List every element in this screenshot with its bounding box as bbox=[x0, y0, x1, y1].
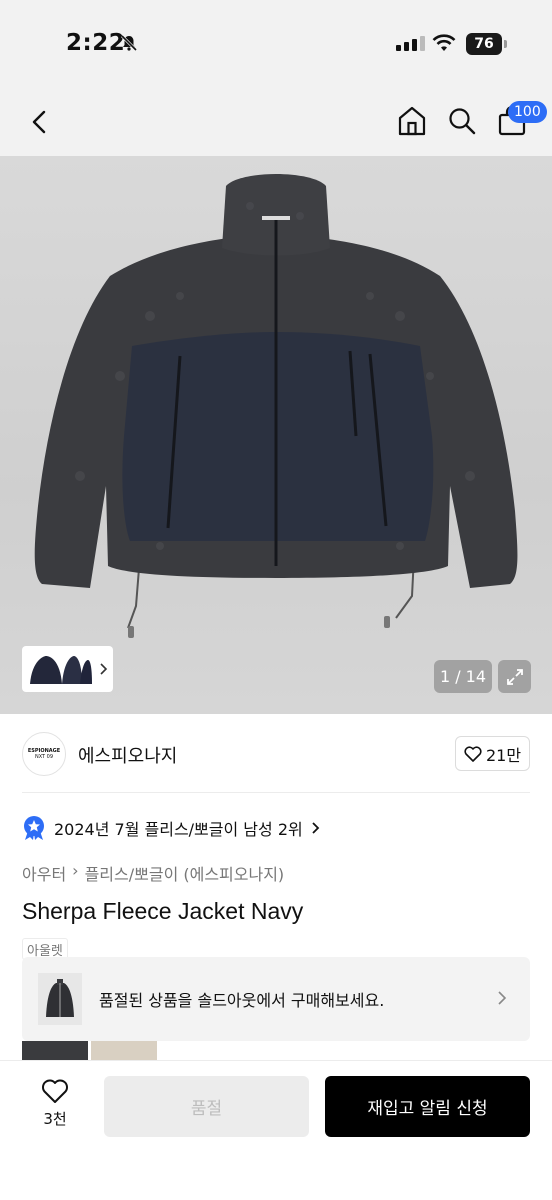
jacket-image bbox=[34, 174, 518, 638]
image-counter: 1 / 14 bbox=[434, 660, 492, 693]
cellular-signal-icon bbox=[396, 36, 425, 51]
related-item-thumbnail[interactable] bbox=[22, 1041, 88, 1061]
chevron-right-icon bbox=[498, 991, 507, 1005]
cart-count-badge[interactable]: 100 bbox=[508, 101, 547, 123]
heart-icon bbox=[42, 1079, 68, 1103]
restock-alert-button[interactable]: 재입고 알림 신청 bbox=[325, 1076, 530, 1137]
status-time: 2:22 bbox=[66, 30, 126, 56]
brand-name[interactable]: 에스피오나지 bbox=[78, 742, 177, 768]
expand-button[interactable] bbox=[498, 660, 531, 693]
product-title: Sherpa Fleece Jacket Navy bbox=[22, 898, 304, 924]
breadcrumb-category[interactable]: 아우터 bbox=[22, 861, 66, 885]
top-nav bbox=[0, 88, 552, 156]
expand-icon bbox=[506, 668, 523, 685]
back-icon[interactable] bbox=[24, 106, 56, 138]
banner-thumbnail bbox=[38, 973, 82, 1025]
like-button[interactable]: 21만 bbox=[455, 736, 530, 771]
wishlist-count: 3천 bbox=[43, 1110, 67, 1128]
ranking-text: 2024년 7월 플리스/뽀글이 남성 2위 bbox=[54, 820, 303, 839]
chevron-right-icon[interactable] bbox=[96, 662, 110, 676]
battery-indicator: 76 bbox=[466, 33, 507, 55]
breadcrumb: 아우터 › 플리스/뽀글이 (에스피오나지) bbox=[22, 861, 284, 885]
like-count: 21만 bbox=[485, 745, 522, 765]
soldout-banner[interactable]: 품절된 상품을 솔드아웃에서 구매해보세요. bbox=[22, 957, 530, 1041]
related-item-thumbnail[interactable] bbox=[91, 1041, 157, 1061]
thumbnail-images bbox=[30, 656, 92, 684]
thumbnail-strip[interactable] bbox=[22, 646, 113, 692]
wifi-icon bbox=[432, 34, 456, 51]
wishlist-button[interactable]: 3천 bbox=[30, 1078, 80, 1134]
brand-logo-subtext: NXT 09 bbox=[34, 754, 54, 760]
breadcrumb-subcategory[interactable]: 플리스/뽀글이 (에스피오나지) bbox=[85, 861, 285, 885]
heart-icon bbox=[464, 745, 482, 762]
bell-muted-icon bbox=[120, 34, 138, 52]
ranking-link[interactable]: 2024년 7월 플리스/뽀글이 남성 2위 bbox=[22, 815, 321, 841]
brand-logo[interactable]: ESPIONAGE NXT 09 bbox=[22, 732, 66, 776]
product-image-gallery[interactable] bbox=[0, 156, 552, 714]
soldout-button: 품절 bbox=[104, 1076, 309, 1137]
divider bbox=[22, 792, 530, 793]
search-icon[interactable] bbox=[446, 104, 478, 138]
home-icon[interactable] bbox=[396, 104, 428, 138]
soldout-banner-text: 품절된 상품을 솔드아웃에서 구매해보세요. bbox=[99, 991, 385, 1010]
chevron-right-icon bbox=[312, 822, 320, 834]
jacket-thumbnail-image bbox=[46, 979, 74, 1017]
ranking-badge-icon bbox=[24, 816, 44, 840]
breadcrumb-separator-icon: › bbox=[72, 861, 79, 880]
status-bar: 2:22 76 bbox=[0, 0, 552, 88]
